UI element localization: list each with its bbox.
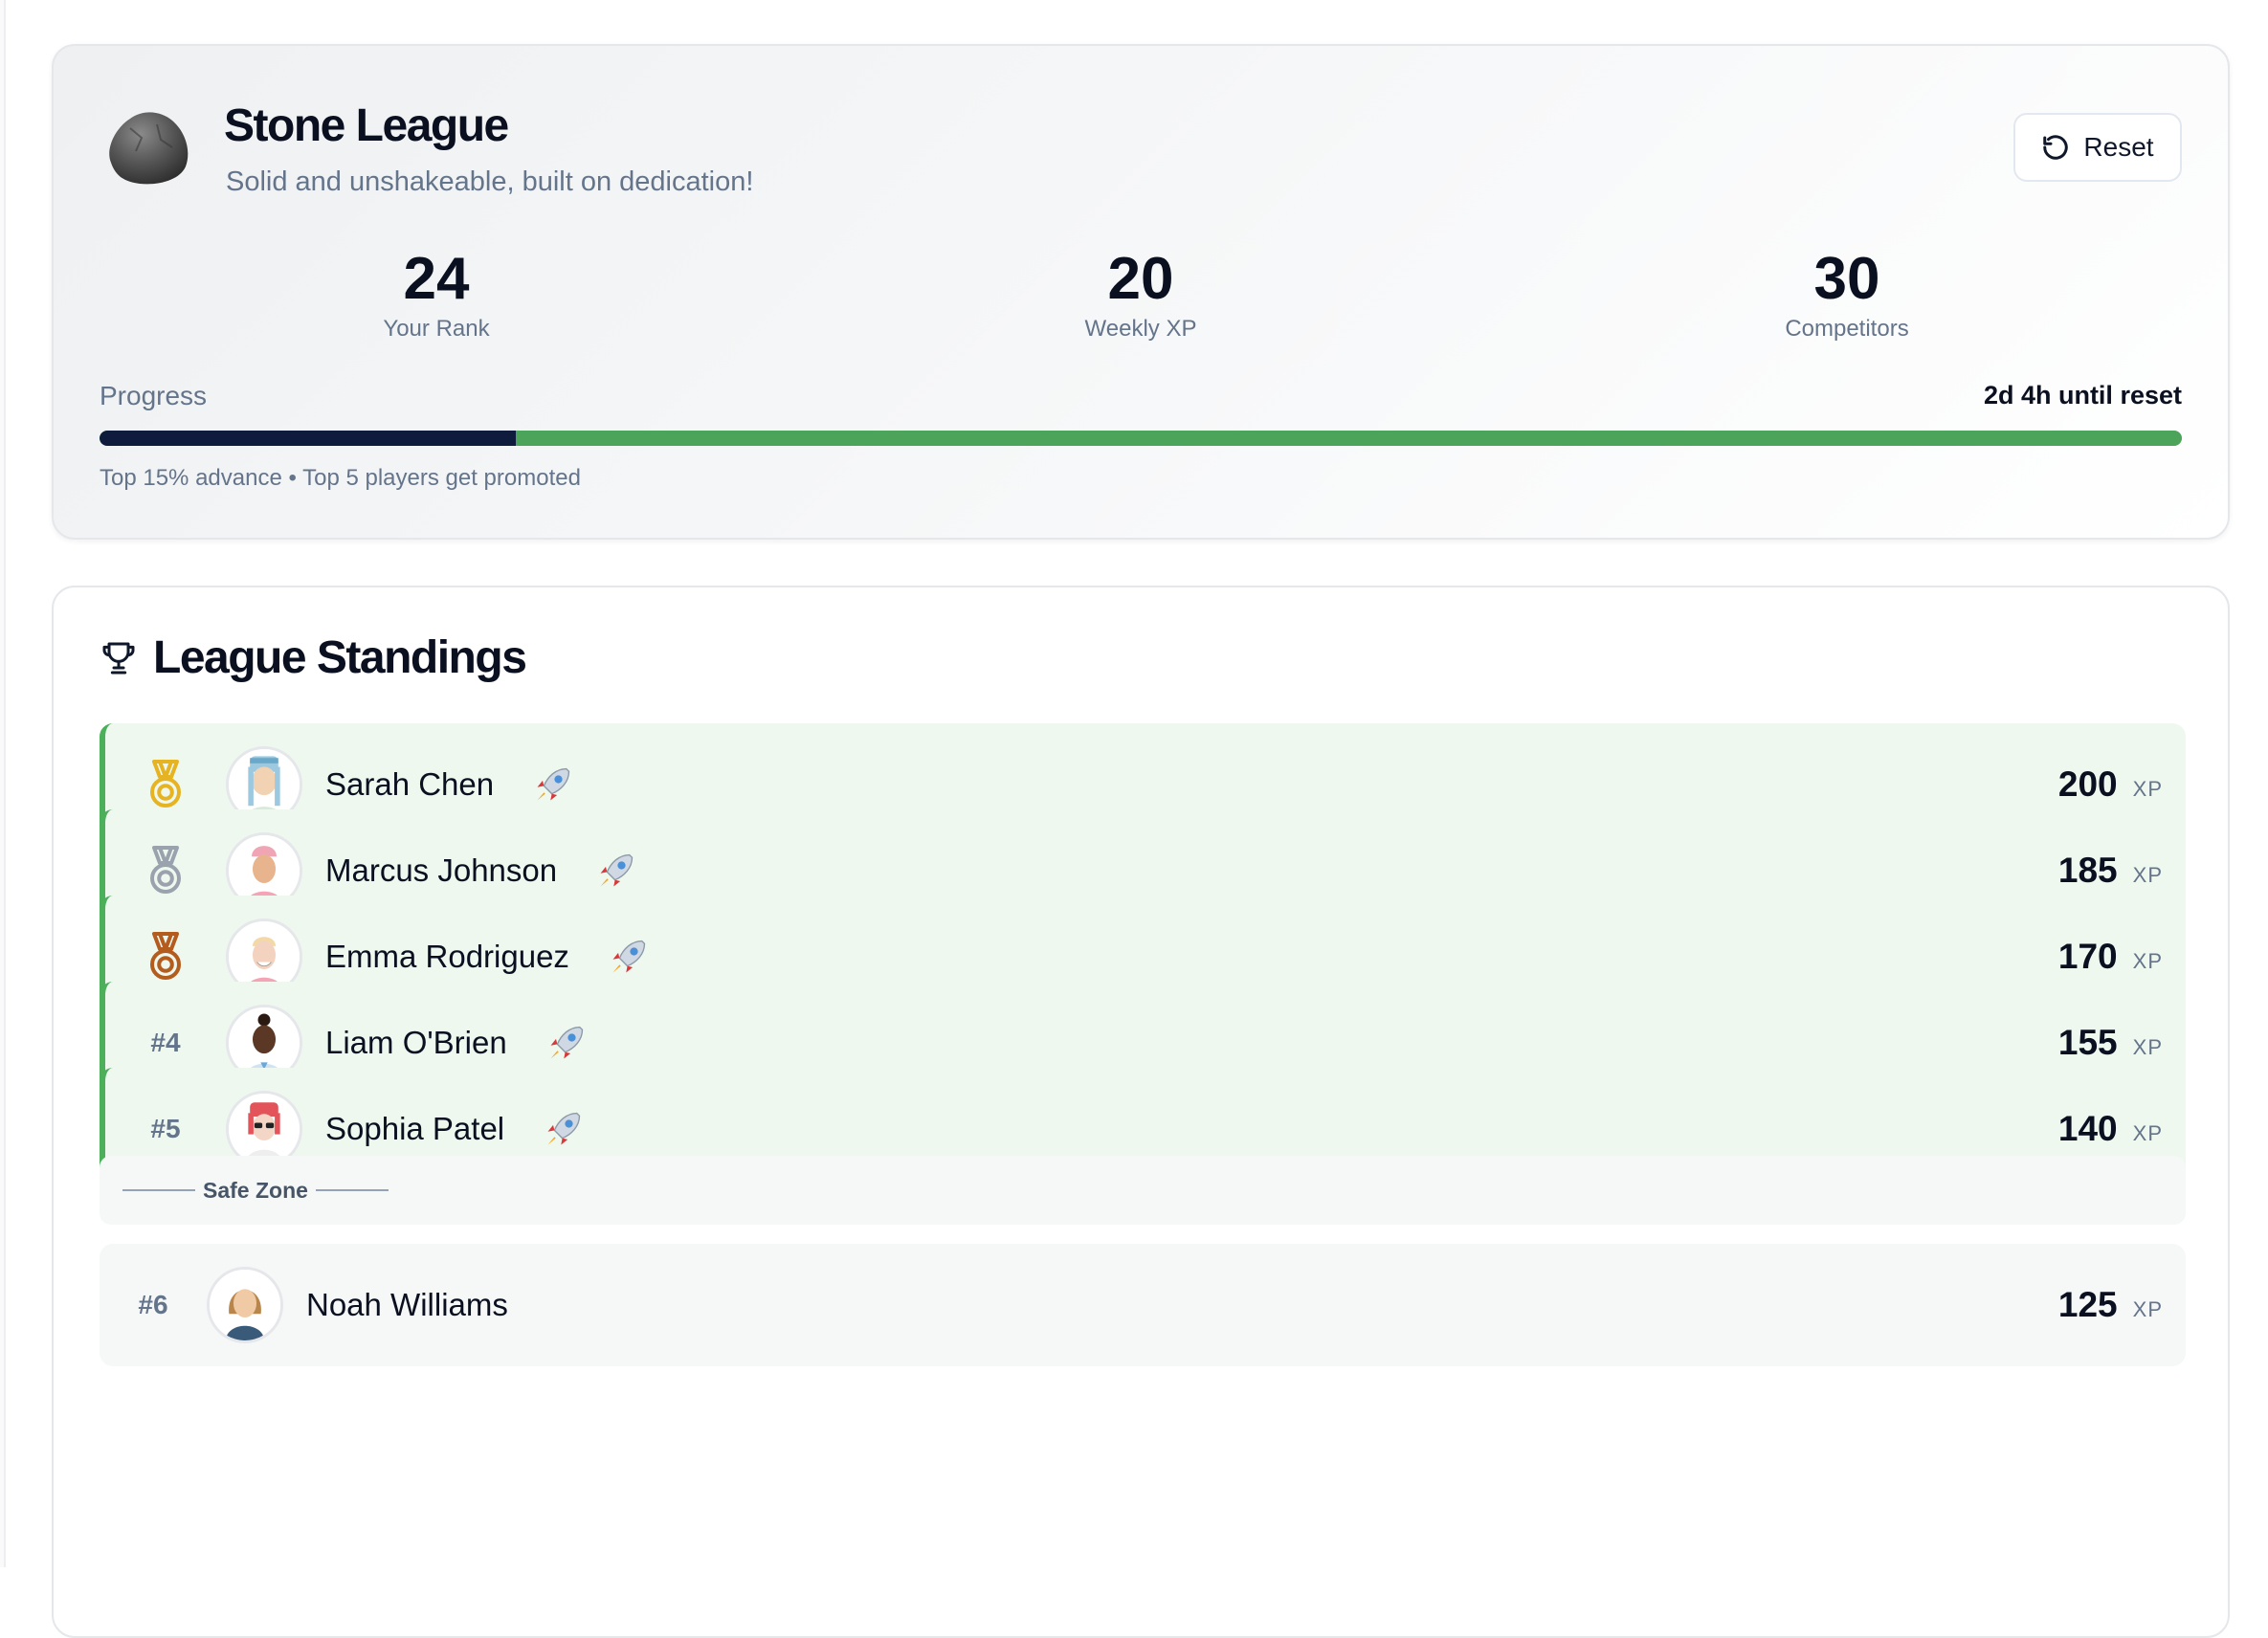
xp-display: 140 XP <box>2058 1109 2163 1149</box>
rank-cell: #4 <box>105 1028 226 1058</box>
xp-unit: XP <box>2132 1121 2163 1145</box>
standings-card: League Standings Sarah Chen 200 XP Marcu… <box>52 586 2230 1638</box>
player-name: Emma Rodriguez <box>325 939 569 974</box>
standings-title: League Standings <box>153 632 527 683</box>
player-name: Noah Williams <box>306 1287 508 1322</box>
xp-value: 155 <box>2057 1023 2118 1062</box>
stat-your-rank: 24 Your Rank <box>245 247 628 343</box>
xp-value: 140 <box>2057 1109 2118 1148</box>
progress-fill <box>100 431 517 446</box>
rank-cell: #6 <box>100 1290 207 1320</box>
xp-unit: XP <box>2132 777 2163 801</box>
rank-number: #4 <box>150 1028 181 1057</box>
stat-label: Weekly XP <box>1084 316 1197 342</box>
trophy-icon <box>102 642 135 674</box>
divider-line <box>315 1189 389 1191</box>
stat-label: Competitors <box>1785 316 1909 342</box>
player-name: Sarah Chen <box>325 766 495 802</box>
player-name: Sophia Patel <box>325 1111 505 1146</box>
stat-label: Your Rank <box>383 316 490 342</box>
stat-weekly-xp: 20 Weekly XP <box>949 247 1332 343</box>
rocket-icon <box>547 1112 581 1145</box>
reset-countdown: 2d 4h until reset <box>1983 381 2182 410</box>
stat-value: 20 <box>1107 246 1174 312</box>
standings-header: League Standings <box>100 631 527 684</box>
xp-unit: XP <box>2132 1035 2163 1059</box>
rocket-icon <box>600 853 634 887</box>
rank-cell <box>105 758 226 811</box>
xp-unit: XP <box>2132 949 2163 973</box>
standing-row-6[interactable]: #6 Noah Williams 125 XP <box>100 1244 2186 1366</box>
xp-value: 200 <box>2057 764 2118 804</box>
silver-medal-icon <box>150 846 181 894</box>
league-tagline: Solid and unshakeable, built on dedicati… <box>226 166 754 197</box>
player-name: Liam O'Brien <box>325 1025 507 1060</box>
xp-display: 155 XP <box>2058 1023 2163 1063</box>
xp-display: 185 XP <box>2058 851 2163 891</box>
reset-label: Reset <box>2083 132 2154 162</box>
stat-value: 24 <box>403 246 470 312</box>
league-title: Stone League <box>224 100 509 151</box>
safe-zone-divider: Safe Zone <box>100 1156 2186 1225</box>
gold-medal-icon <box>150 760 181 808</box>
rank-number: #5 <box>150 1114 181 1143</box>
left-rail <box>0 0 6 1567</box>
xp-value: 125 <box>2057 1285 2118 1324</box>
reset-button[interactable]: Reset <box>2013 113 2182 182</box>
xp-display: 125 XP <box>2058 1285 2163 1325</box>
rank-cell <box>105 844 226 897</box>
rank-number: #6 <box>138 1290 168 1319</box>
rocket-icon <box>550 1026 583 1059</box>
avatar <box>207 1267 283 1343</box>
xp-unit: XP <box>2132 863 2163 887</box>
rank-cell: #5 <box>105 1114 226 1144</box>
reset-icon <box>2043 135 2069 160</box>
progress-label: Progress <box>100 381 208 410</box>
safe-zone-label: Safe Zone <box>203 1177 308 1203</box>
stat-value: 30 <box>1813 246 1880 312</box>
page: Stone League Solid and unshakeable, buil… <box>52 44 2230 1638</box>
xp-display: 200 XP <box>2058 764 2163 805</box>
league-card: Stone League Solid and unshakeable, buil… <box>52 44 2230 540</box>
player-name: Marcus Johnson <box>325 852 558 888</box>
xp-value: 185 <box>2057 851 2118 890</box>
xp-unit: XP <box>2132 1297 2163 1321</box>
progress-bar <box>100 431 2182 446</box>
rank-cell <box>105 930 226 984</box>
rocket-icon <box>537 767 570 801</box>
promotion-note: Top 15% advance • Top 5 players get prom… <box>100 465 581 491</box>
xp-display: 170 XP <box>2058 937 2163 977</box>
xp-value: 170 <box>2057 937 2118 976</box>
bronze-medal-icon <box>150 932 181 980</box>
stone-league-icon <box>109 112 189 185</box>
divider-line <box>122 1189 195 1191</box>
rocket-icon <box>612 940 646 973</box>
stat-competitors: 30 Competitors <box>1656 247 2038 343</box>
